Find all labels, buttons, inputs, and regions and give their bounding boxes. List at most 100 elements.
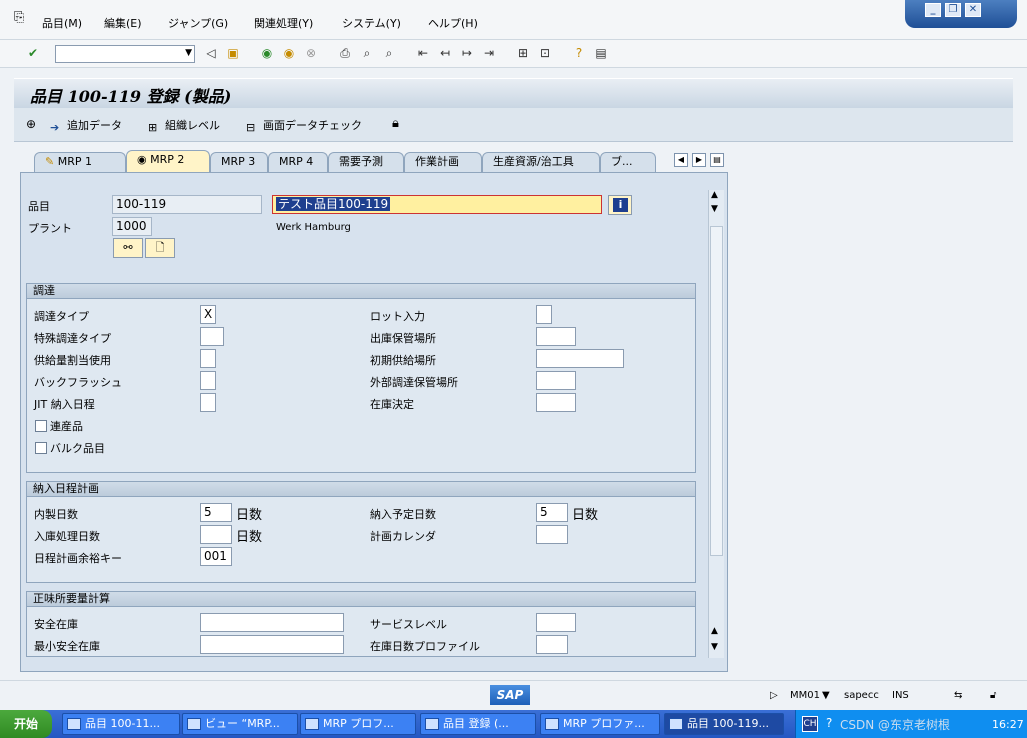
info-button[interactable]: i	[608, 195, 632, 215]
plant-field[interactable]: 1000	[112, 217, 152, 236]
next-page-icon[interactable]: ↦	[458, 44, 476, 62]
tab-mrp3[interactable]: MRP 3	[210, 152, 268, 172]
menu-item-environment[interactable]: 関連処理(Y)	[254, 15, 313, 31]
menu-item-system[interactable]: システム(Y)	[342, 15, 401, 31]
menu-item-goto[interactable]: ジャンプ(G)	[168, 15, 228, 31]
new-session-icon[interactable]: ⊞	[514, 44, 532, 62]
check-screen-data-button[interactable]: ⊟ 画面データチェック	[246, 117, 362, 134]
scroll-down-icon[interactable]: ▼	[711, 204, 718, 214]
quota-arrangement-field[interactable]	[200, 349, 216, 368]
taskbar-item-active[interactable]: 品目 100-119...	[664, 713, 784, 735]
cancel-icon[interactable]: ⊗	[302, 44, 320, 62]
help-icon[interactable]: ?	[826, 716, 832, 730]
scroll-thumb[interactable]	[710, 226, 723, 556]
back-icon[interactable]: ◉	[258, 44, 276, 62]
start-button[interactable]: 开始	[0, 710, 52, 738]
default-supply-area-field[interactable]	[536, 349, 624, 368]
planned-delivery-field[interactable]: 5	[536, 503, 568, 522]
find-next-icon[interactable]: ⌕	[380, 44, 398, 62]
procurement-type-field[interactable]: X	[200, 305, 216, 324]
glasses-button[interactable]: ⚯	[113, 238, 143, 258]
system-tray: CH ? CSDN @东京老树根 16:27	[795, 710, 1027, 738]
backflush-field[interactable]	[200, 371, 216, 390]
material-field[interactable]: 100-119	[112, 195, 262, 214]
last-page-icon[interactable]: ⇥	[480, 44, 498, 62]
chevron-down-icon[interactable]: ▼	[822, 690, 830, 701]
service-level-label: サービスレベル	[370, 618, 447, 631]
scroll-down-icon[interactable]: ▼	[711, 642, 718, 652]
group-title: 納入日程計画	[27, 482, 695, 497]
window-controls: _ ❐ ✕	[905, 0, 1017, 28]
issue-storage-location-field[interactable]	[536, 327, 576, 346]
tab-scroll-right-icon[interactable]: ▶	[692, 153, 706, 167]
prev-page-icon[interactable]: ↤	[436, 44, 454, 62]
taskbar-item[interactable]: ビュー “MRP...	[182, 713, 298, 735]
help-icon[interactable]: ?	[570, 44, 588, 62]
taskbar-item[interactable]: 品目 100-11...	[62, 713, 180, 735]
special-procurement-field[interactable]	[200, 327, 224, 346]
menu-icon[interactable]: ⎘	[14, 10, 24, 25]
safety-stock-field[interactable]	[200, 613, 344, 632]
additional-data-button[interactable]: ➔ 追加データ	[50, 117, 122, 134]
document-button[interactable]: 🗋︎	[145, 238, 175, 258]
sched-margin-key-field[interactable]: 001	[200, 547, 232, 566]
tab-more[interactable]: ブ...	[600, 152, 656, 172]
tab-mrp1[interactable]: ✎ MRP 1	[34, 152, 126, 172]
lock-icon[interactable]: 🔒︎	[392, 116, 399, 131]
command-field[interactable]: ▼	[55, 45, 195, 63]
tab-list-icon[interactable]: ▤	[710, 153, 724, 167]
coverage-profile-field[interactable]	[536, 635, 568, 654]
application-toolbar: ⊕ ➔ 追加データ ⊞ 組織レベル ⊟ 画面データチェック 🔒︎	[14, 108, 1013, 142]
back-arrow-icon[interactable]: ◁	[202, 44, 220, 62]
enter-icon[interactable]: ✔	[24, 44, 42, 62]
exit-icon[interactable]: ◉	[280, 44, 298, 62]
min-safety-stock-field[interactable]	[200, 635, 344, 654]
print-icon[interactable]: ⎙	[336, 44, 354, 62]
save-icon[interactable]: ▣	[224, 44, 242, 62]
taskbar-item[interactable]: 品目 登録 (...	[420, 713, 536, 735]
shortcut-icon[interactable]: ⊡	[536, 44, 554, 62]
first-page-icon[interactable]: ⇤	[414, 44, 432, 62]
jit-schedule-field[interactable]	[200, 393, 216, 412]
bulk-material-checkbox[interactable]	[35, 442, 47, 454]
menu-item-material[interactable]: 品目(M)	[42, 15, 82, 31]
scroll-up-icon[interactable]: ▲	[711, 190, 718, 200]
taskbar-item[interactable]: MRP プロファ...	[540, 713, 660, 735]
scroll-up-icon[interactable]: ▲	[711, 626, 718, 636]
lock-icon[interactable]: 🔓︎	[990, 690, 996, 701]
batch-entry-field[interactable]	[536, 305, 552, 324]
chevron-down-icon[interactable]: ▼	[185, 48, 192, 58]
close-icon[interactable]: ✕	[965, 3, 981, 17]
menu-item-help[interactable]: ヘルプ(H)	[428, 15, 478, 31]
tab-forecasting[interactable]: 需要予測	[328, 152, 404, 172]
tab-prt[interactable]: 生産資源/治工具	[482, 152, 600, 172]
coproduct-checkbox[interactable]	[35, 420, 47, 432]
language-indicator[interactable]: CH	[802, 716, 818, 732]
minimize-icon[interactable]: _	[925, 3, 941, 17]
status-triangle-icon[interactable]: ▷	[770, 690, 778, 701]
vertical-scrollbar[interactable]: ▲ ▼ ▲ ▼	[708, 190, 724, 658]
issue-storage-location-label: 出庫保管場所	[370, 332, 436, 345]
stock-determination-field[interactable]	[536, 393, 576, 412]
tab-scroll-left-icon[interactable]: ◀	[674, 153, 688, 167]
material-description-field[interactable]: テスト品目100-119	[272, 195, 602, 214]
backflush-label: バックフラッシュ	[34, 376, 122, 389]
days-unit: 日数	[572, 508, 599, 523]
inhouse-production-field[interactable]: 5	[200, 503, 232, 522]
info-icon: i	[613, 198, 628, 212]
views-icon[interactable]: ⊕	[26, 117, 36, 131]
document-icon: 🗋︎	[155, 241, 165, 254]
layout-icon[interactable]: ▤	[592, 44, 610, 62]
taskbar-item[interactable]: MRP プロフ...	[300, 713, 416, 735]
find-icon[interactable]: ⌕	[358, 44, 376, 62]
tab-mrp4[interactable]: MRP 4	[268, 152, 328, 172]
planning-calendar-field[interactable]	[536, 525, 568, 544]
menu-item-edit[interactable]: 編集(E)	[104, 15, 142, 31]
tab-mrp2[interactable]: ◉ MRP 2	[126, 150, 210, 173]
restore-icon[interactable]: ❐	[945, 3, 961, 17]
tab-work-scheduling[interactable]: 作業計画	[404, 152, 482, 172]
gr-processing-field[interactable]	[200, 525, 232, 544]
org-levels-button[interactable]: ⊞ 組織レベル	[148, 117, 220, 134]
ext-storage-location-field[interactable]	[536, 371, 576, 390]
service-level-field[interactable]	[536, 613, 576, 632]
